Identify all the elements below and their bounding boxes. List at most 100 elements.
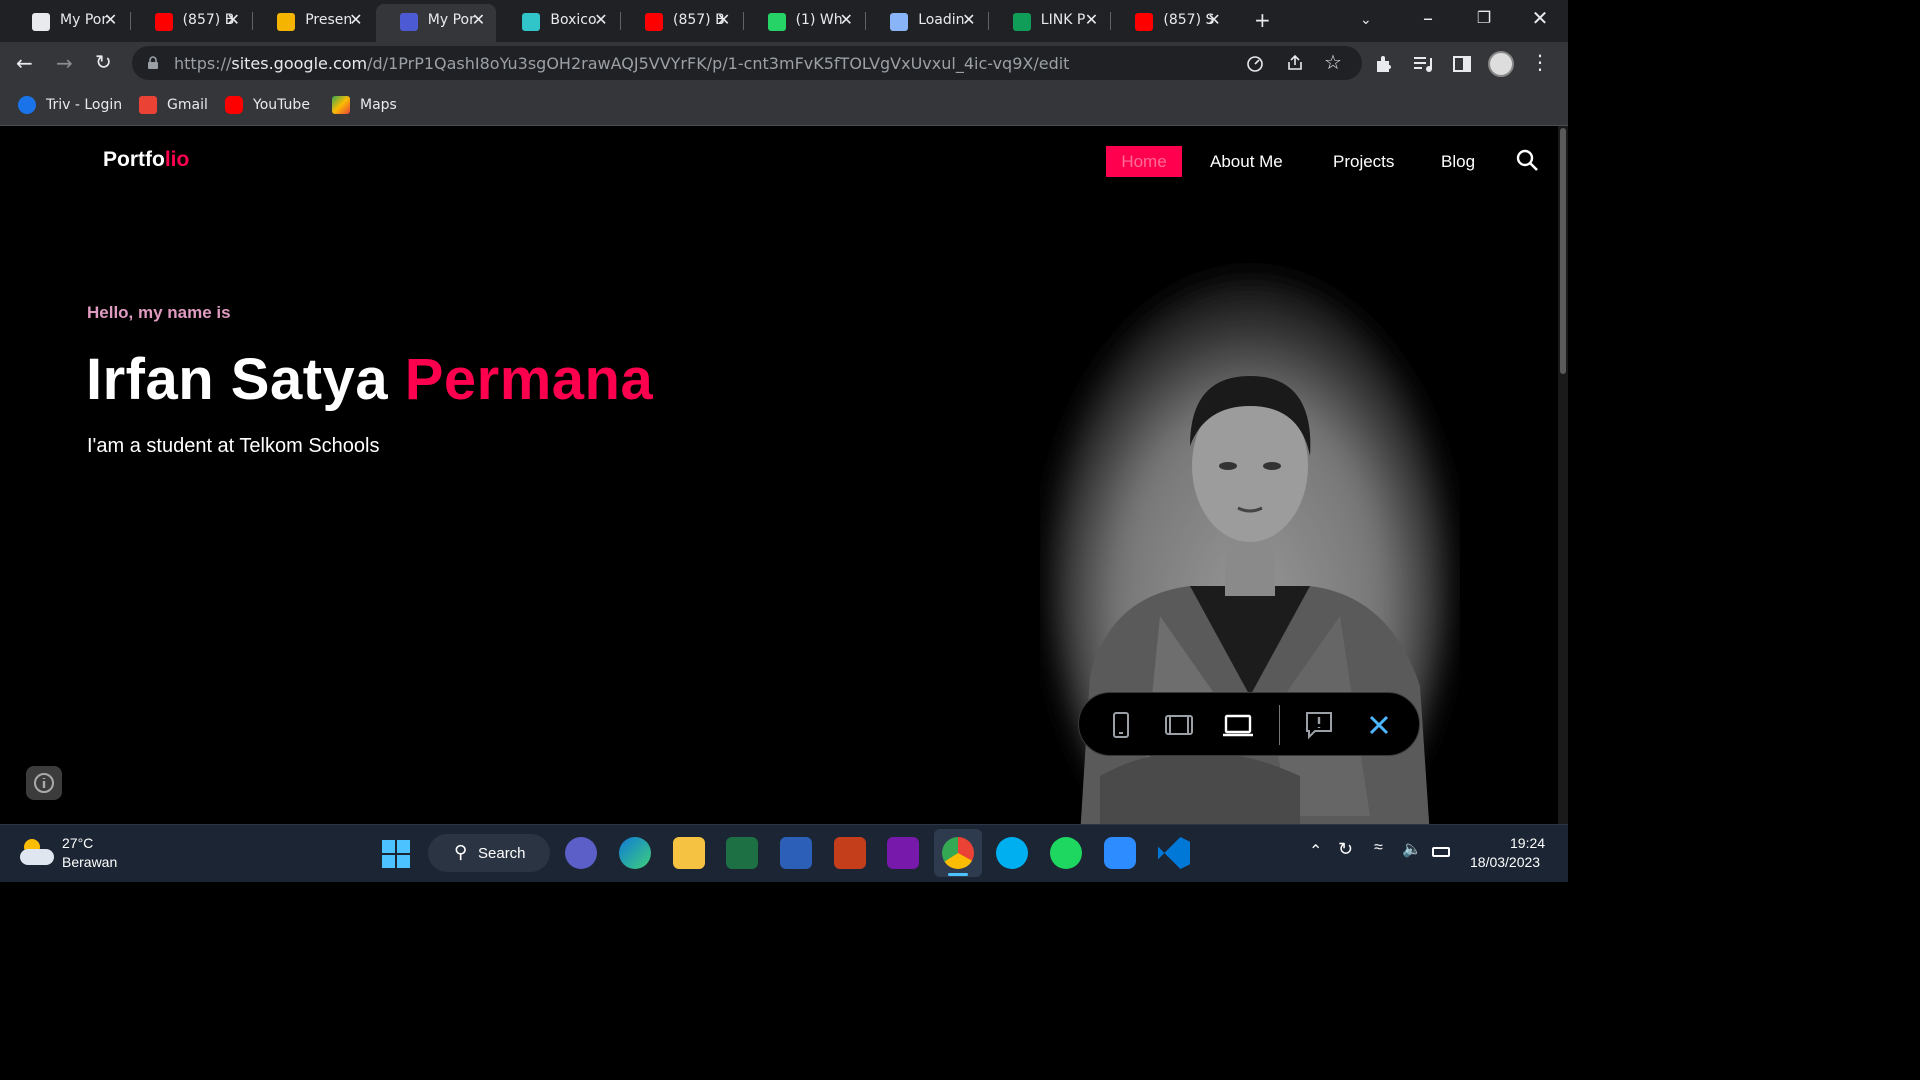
- reload-icon[interactable]: ↻: [95, 52, 112, 72]
- spotify-icon[interactable]: [1050, 837, 1082, 869]
- windows-start-icon[interactable]: [381, 839, 411, 869]
- profile-avatar[interactable]: [1488, 51, 1514, 77]
- bookmark-star-icon[interactable]: ☆: [1324, 52, 1342, 72]
- browser-tab[interactable]: (857) B ✕: [131, 4, 252, 38]
- hero-name: Irfan Satya Permana: [86, 346, 653, 413]
- browser-toolbar: ← → ↻ https://sites.google.com/d/1PrP1Qa…: [0, 42, 1568, 84]
- tab-close-icon[interactable]: ✕: [1081, 10, 1101, 30]
- taskbar-search-box[interactable]: ⚲ Search: [428, 834, 550, 872]
- gmail-icon: [139, 96, 157, 114]
- tablet-preview-icon[interactable]: [1161, 707, 1197, 743]
- bookmark-label: Triv - Login: [46, 97, 123, 113]
- site-logo[interactable]: Portfolio: [103, 148, 189, 172]
- tray-chevron-icon[interactable]: ⌃: [1309, 841, 1322, 861]
- browser-tab[interactable]: (857) B ✕: [621, 4, 742, 38]
- browser-tab[interactable]: Loadin ✕: [866, 4, 987, 38]
- bookmark-label: YouTube: [253, 97, 310, 113]
- bookmark-triv[interactable]: Triv - Login: [18, 94, 122, 116]
- browser-tab[interactable]: (857) S ✕: [1111, 4, 1232, 38]
- skype-icon[interactable]: [996, 837, 1028, 869]
- forward-arrow-icon[interactable]: →: [56, 53, 73, 73]
- browser-tab[interactable]: LINK P ✕: [989, 4, 1110, 38]
- desktop-preview-icon[interactable]: [1220, 707, 1256, 743]
- zoom-icon[interactable]: [1104, 837, 1136, 869]
- browser-tab[interactable]: Presen ✕: [253, 4, 374, 38]
- browser-menu-icon[interactable]: ⋮: [1530, 52, 1550, 72]
- extensions-puzzle-icon[interactable]: [1374, 54, 1394, 74]
- info-icon: [34, 773, 54, 793]
- minimize-button[interactable]: –: [1418, 8, 1438, 28]
- tab-close-icon[interactable]: ✕: [959, 10, 979, 30]
- tab-search-chevron-icon[interactable]: ⌄: [1360, 10, 1372, 30]
- browser-tab[interactable]: My Por ✕: [8, 4, 129, 38]
- new-tab-button[interactable]: +: [1254, 10, 1271, 30]
- vscode-icon[interactable]: [1158, 837, 1190, 869]
- tab-close-icon[interactable]: ✕: [346, 10, 366, 30]
- side-panel-icon[interactable]: [1452, 54, 1472, 74]
- bookmark-label: Gmail: [167, 97, 208, 113]
- tab-close-icon[interactable]: ✕: [101, 10, 121, 30]
- tab-favicon-icon: [522, 13, 541, 31]
- youtube-icon: [225, 96, 243, 114]
- url-text: https://sites.google.com/d/1PrP1QashI8oY…: [174, 54, 1070, 73]
- active-indicator: [948, 873, 968, 876]
- share-icon[interactable]: [1286, 54, 1304, 72]
- name-first: Irfan Satya: [86, 347, 389, 412]
- tab-favicon-icon: [890, 13, 909, 31]
- bookmark-gmail[interactable]: Gmail: [139, 94, 208, 116]
- bookmark-maps[interactable]: Maps: [332, 94, 397, 116]
- address-bar[interactable]: https://sites.google.com/d/1PrP1QashI8oY…: [132, 46, 1362, 80]
- nav-blog[interactable]: Blog: [1441, 146, 1475, 177]
- clock-date[interactable]: 18/03/2023: [1470, 854, 1540, 870]
- powerpoint-icon[interactable]: [834, 837, 866, 869]
- scrollbar-thumb[interactable]: [1560, 128, 1566, 374]
- nav-about-me[interactable]: About Me: [1210, 146, 1283, 177]
- edge-icon[interactable]: [619, 837, 651, 869]
- chrome-icon[interactable]: [942, 837, 974, 869]
- back-arrow-icon[interactable]: ←: [16, 53, 33, 73]
- tab-close-icon[interactable]: ✕: [1204, 10, 1224, 30]
- restore-button[interactable]: ❐: [1474, 8, 1494, 28]
- site-info-button[interactable]: [26, 766, 62, 800]
- nav-home[interactable]: Home: [1106, 146, 1182, 177]
- tab-close-icon[interactable]: ✕: [836, 10, 856, 30]
- page-speed-icon[interactable]: [1246, 54, 1264, 72]
- search-icon: ⚲: [454, 842, 468, 863]
- hero-subtitle: I'am a student at Telkom Schools: [87, 435, 380, 457]
- browser-tab[interactable]: My Por ✕: [375, 4, 497, 42]
- tab-close-icon[interactable]: ✕: [223, 10, 243, 30]
- phone-preview-icon[interactable]: [1103, 707, 1139, 743]
- volume-icon[interactable]: 🔈: [1402, 839, 1422, 859]
- tab-favicon-icon: [645, 13, 663, 31]
- browser-tab[interactable]: (1) Wh ✕: [744, 4, 865, 38]
- nav-projects[interactable]: Projects: [1333, 146, 1394, 177]
- tab-close-icon[interactable]: ✕: [591, 10, 611, 30]
- maps-icon: [332, 96, 350, 114]
- close-preview-icon[interactable]: [1361, 707, 1397, 743]
- clock-time[interactable]: 19:24: [1510, 835, 1545, 851]
- file-explorer-icon[interactable]: [673, 837, 705, 869]
- feedback-icon[interactable]: [1301, 707, 1337, 743]
- tab-close-icon[interactable]: ✕: [468, 10, 488, 30]
- sync-icon[interactable]: ↻: [1338, 839, 1353, 860]
- tab-favicon-icon: [154, 13, 173, 31]
- excel-icon[interactable]: [726, 837, 758, 869]
- search-icon[interactable]: [1516, 149, 1540, 173]
- battery-icon[interactable]: [1432, 847, 1450, 857]
- close-window-button[interactable]: ✕: [1530, 8, 1550, 28]
- teams-chat-icon[interactable]: [565, 837, 597, 869]
- word-icon[interactable]: [780, 837, 812, 869]
- bookmark-youtube[interactable]: YouTube: [225, 94, 310, 116]
- triv-icon: [18, 96, 36, 114]
- tab-favicon-icon: [767, 13, 786, 31]
- weather-temp[interactable]: 27°C: [62, 835, 93, 851]
- media-queue-icon[interactable]: [1412, 54, 1434, 74]
- browser-tab-strip: My Por ✕ (857) B ✕ Presen ✕ My Por ✕ Boxico ✕ (857…: [0, 0, 1568, 42]
- tab-favicon-icon: [1135, 13, 1154, 31]
- weather-desc[interactable]: Berawan: [62, 854, 117, 870]
- wifi-icon[interactable]: ≈: [1374, 839, 1383, 857]
- onenote-icon[interactable]: [887, 837, 919, 869]
- lock-icon: [148, 56, 158, 69]
- browser-tab[interactable]: Boxico ✕: [498, 4, 619, 38]
- tab-close-icon[interactable]: ✕: [714, 10, 734, 30]
